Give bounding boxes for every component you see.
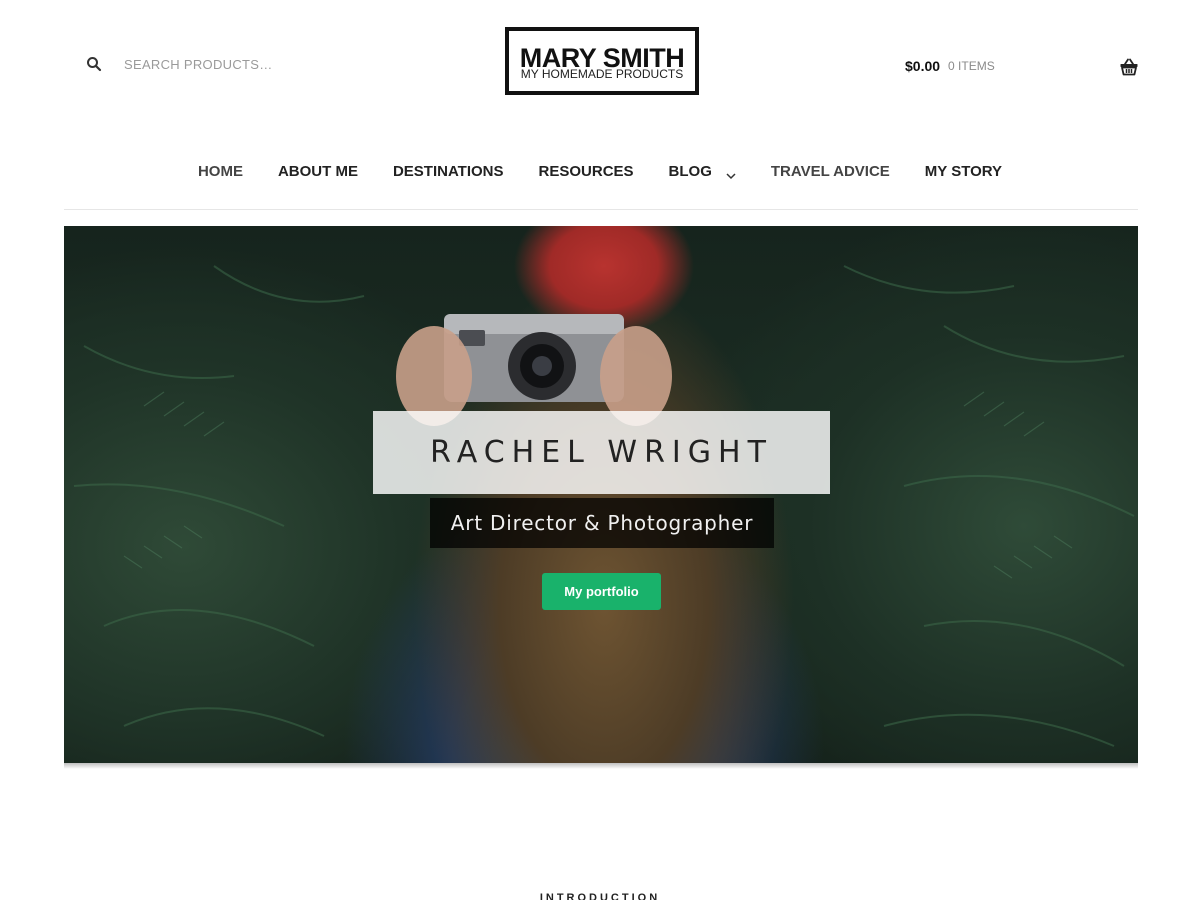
nav-item-label: DESTINATIONS: [392, 162, 504, 180]
hero-background-image: [73, 265, 1135, 747]
hero-shadow: [64, 763, 1138, 769]
hero-role-box: Art Director & Photographer: [430, 498, 774, 548]
nav-item-label: RESOURCES: [538, 162, 634, 180]
cart-summary[interactable]: $0.00 0 ITEMS: [905, 58, 995, 74]
nav-item-travel-advice[interactable]: TRAVEL ADVICE: [771, 158, 890, 184]
site-header: MARY SMITH MY HOMEMADE PRODUCTS $0.00 0 …: [0, 0, 1200, 130]
nav-item-my-story[interactable]: MY STORY: [925, 158, 1002, 184]
logo-subtitle: MY HOMEMADE PRODUCTS: [520, 67, 684, 81]
site-logo[interactable]: MARY SMITH MY HOMEMADE PRODUCTS: [505, 27, 699, 95]
nav-item-destinations[interactable]: DESTINATIONS: [393, 158, 504, 184]
nav-item-label: ABOUT ME: [277, 162, 358, 180]
hero-banner: RACHEL WRIGHT Art Director & Photographe…: [64, 226, 1138, 763]
chevron-down-icon[interactable]: [726, 167, 736, 180]
cart-amount: $0.00: [905, 58, 941, 74]
portfolio-button[interactable]: My portfolio: [542, 573, 661, 610]
hero-name: RACHEL WRIGHT: [430, 435, 773, 470]
cart-item-count: 0 ITEMS: [948, 59, 995, 73]
nav-item-resources[interactable]: RESOURCES: [539, 158, 634, 184]
hero-role: Art Director & Photographer: [450, 511, 754, 535]
basket-icon[interactable]: [1119, 57, 1139, 77]
search-input[interactable]: [124, 56, 324, 72]
nav-item-label: TRAVEL ADVICE: [770, 162, 890, 180]
nav-divider: [64, 209, 1138, 210]
search-icon[interactable]: [86, 56, 102, 72]
main-navigation: HOME ABOUT ME DESTINATIONS RESOURCES BLO…: [0, 158, 1200, 184]
nav-item-label: BLOG: [668, 162, 712, 180]
hero-name-box: RACHEL WRIGHT: [373, 411, 830, 494]
nav-item-home[interactable]: HOME: [198, 158, 243, 184]
nav-item-about-me[interactable]: ABOUT ME: [278, 158, 358, 184]
search-bar: [86, 56, 324, 72]
nav-item-label: HOME: [197, 162, 243, 180]
section-label-introduction: INTRODUCTION: [539, 892, 661, 900]
nav-item-label: MY STORY: [924, 162, 1003, 180]
nav-item-blog[interactable]: BLOG: [669, 158, 736, 184]
